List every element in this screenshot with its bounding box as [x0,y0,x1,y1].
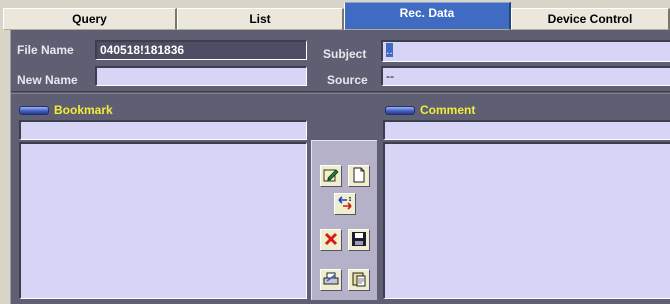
bookmark-title: Bookmark [54,103,113,117]
delete-button[interactable] [320,229,342,251]
tab-list-label: List [249,12,271,26]
source-value: -- [386,69,394,83]
move-icon [337,195,353,213]
edit-button[interactable] [320,165,342,187]
file-name-value: 040518!181836 [100,43,185,57]
new-name-label: New Name [17,73,78,87]
bookmark-input[interactable] [19,120,307,140]
subject-value: .. [386,43,393,57]
bookmark-indicator-icon [19,105,49,115]
header-divider [11,91,670,94]
file-name-label: File Name [17,43,74,57]
bookmark-list[interactable] [19,142,307,299]
tab-query[interactable]: Query [3,8,177,30]
save-button[interactable] [348,229,370,251]
tab-list[interactable]: List [177,8,344,30]
comment-title: Comment [420,103,476,117]
new-page-button[interactable] [348,165,370,187]
rec-data-panel: File Name 040518!181836 New Name Subject… [10,30,670,304]
tab-bar: Query List Rec. Data Device Control [3,2,670,30]
file-name-field[interactable]: 040518!181836 [95,40,307,60]
source-field[interactable]: -- [381,66,670,86]
print-icon [323,271,339,289]
delete-icon [323,231,339,249]
subject-label: Subject [323,47,367,61]
tab-device-control-label: Device Control [547,12,633,26]
comment-header: Comment [385,102,475,118]
subject-field[interactable]: .. [381,40,670,62]
bookmark-header: Bookmark [19,102,113,118]
comment-indicator-icon [385,105,415,115]
paste-button[interactable] [348,269,370,291]
action-toolbar [311,140,377,300]
tab-rec-data-label: Rec. Data [399,6,455,20]
new-page-icon [351,167,367,185]
tab-query-label: Query [72,12,107,26]
tab-rec-data[interactable]: Rec. Data [344,2,511,30]
new-name-field[interactable] [95,66,307,86]
tab-device-control[interactable]: Device Control [511,8,670,30]
edit-icon [323,167,339,185]
comment-input[interactable] [383,120,670,140]
move-button[interactable] [334,193,356,215]
paste-icon [351,271,367,289]
save-icon [351,231,367,249]
comment-text-area[interactable] [383,142,670,299]
print-button[interactable] [320,269,342,291]
source-label: Source [327,73,368,87]
